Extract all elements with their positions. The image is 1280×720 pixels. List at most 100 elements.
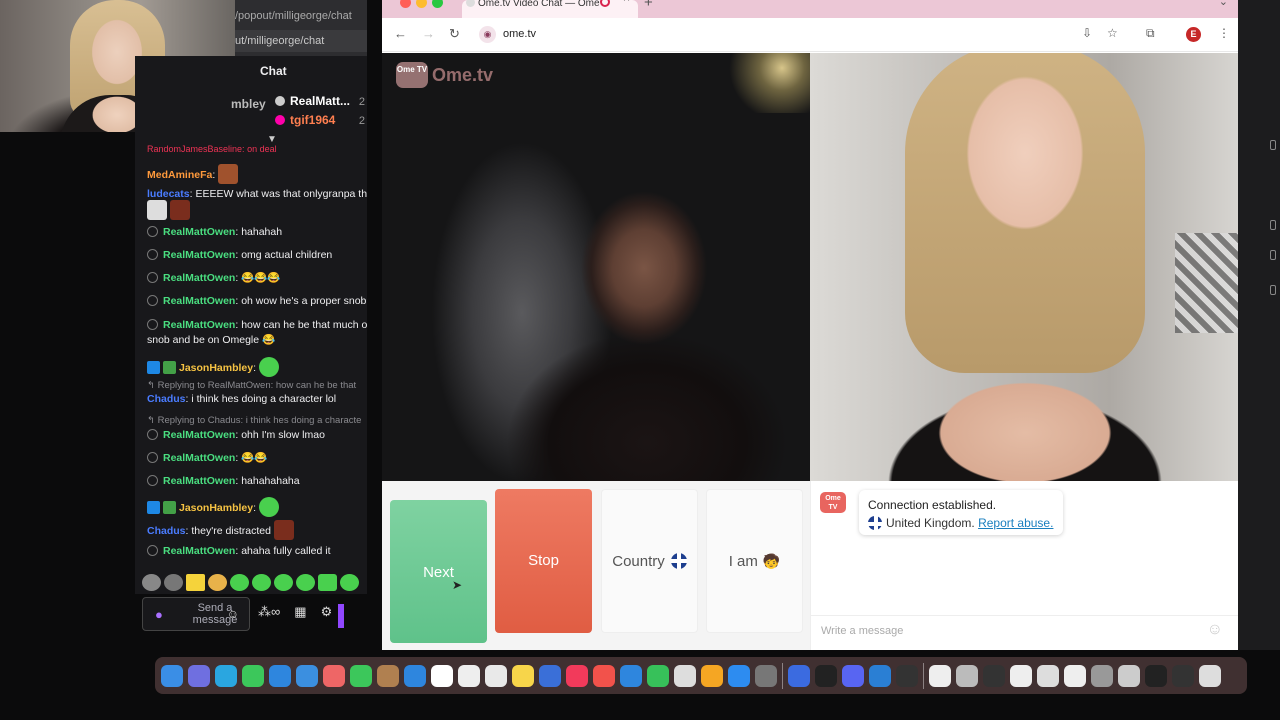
reload-icon[interactable]: ↻ — [449, 26, 460, 42]
window-thumb-icon[interactable] — [1118, 664, 1140, 687]
chrome-icon[interactable] — [485, 664, 507, 687]
folder-icon[interactable] — [956, 664, 978, 687]
active-tab[interactable]: Ome.tv Video Chat — Ome × — [462, 0, 638, 18]
safari-icon[interactable] — [404, 664, 426, 687]
window-thumb-icon[interactable] — [1172, 664, 1194, 687]
zoom-window-button[interactable] — [432, 0, 443, 8]
popout-url-text: /popout/milligeorge/chat — [235, 10, 352, 22]
gift-leader-2[interactable]: tgif1964 — [275, 113, 335, 127]
settings-icon[interactable]: ⚙ — [321, 604, 333, 628]
maps-icon[interactable] — [296, 664, 318, 687]
message-input[interactable]: Write a message ☺ — [811, 615, 1239, 645]
facetime-icon[interactable] — [350, 664, 372, 687]
textedit-icon[interactable] — [674, 664, 696, 687]
launchpad-icon[interactable] — [188, 664, 210, 687]
emote-icon[interactable] — [340, 573, 359, 591]
emote-icon[interactable] — [186, 573, 205, 591]
trash-icon[interactable] — [1199, 664, 1221, 687]
country-label: Country — [612, 553, 665, 570]
stop-button[interactable]: Stop — [495, 489, 592, 633]
browser-toolbar: ← → ↻ ◉ ome.tv ⇩ ☆ ⧉ E ⋮ — [382, 18, 1238, 52]
gender-label: I am — [728, 553, 758, 570]
video-controls: Next ➤ Stop Country I am 🧒 — [382, 481, 810, 650]
status-text: Connection established. — [868, 498, 997, 512]
emoji-icon[interactable]: ☺ — [1207, 621, 1223, 639]
address-text: ome.tv — [503, 28, 537, 40]
minimize-window-button[interactable] — [416, 0, 427, 8]
close-window-button[interactable] — [400, 0, 411, 8]
gender-button[interactable]: I am 🧒 — [706, 489, 803, 633]
messages-icon[interactable] — [242, 664, 264, 687]
system-settings-icon[interactable] — [755, 664, 777, 687]
extensions-icon[interactable]: ⧉ — [1146, 26, 1155, 41]
self-video — [810, 53, 1238, 481]
screen: /popout/milligeorge/chat ut/milligeorge/… — [0, 0, 1280, 720]
chat-send-button[interactable] — [338, 604, 345, 628]
photos-icon[interactable] — [323, 664, 345, 687]
cut-message: RandomJamesBaseline: on deal — [147, 144, 277, 154]
new-tab-button[interactable]: + — [644, 0, 653, 11]
window-thumb-icon[interactable] — [1145, 664, 1167, 687]
country-button[interactable]: Country — [601, 489, 698, 633]
forward-icon[interactable]: → — [422, 26, 435, 41]
obs-icon[interactable] — [896, 664, 918, 687]
keynote-icon[interactable] — [620, 664, 642, 687]
mic-icon[interactable]: ● — [155, 607, 163, 622]
emote-icon[interactable] — [296, 573, 315, 591]
emote-icon[interactable] — [208, 573, 227, 591]
next-button[interactable]: Next ➤ — [390, 500, 487, 643]
pages-icon[interactable] — [701, 664, 723, 687]
app-store-icon[interactable] — [728, 664, 750, 687]
popout-url-field[interactable]: ut/milligeorge/chat — [235, 30, 367, 52]
store-icon[interactable]: ▦ — [294, 604, 306, 628]
tab-search-icon[interactable]: ⌄ — [1219, 0, 1228, 8]
reminders-icon[interactable] — [458, 664, 480, 687]
terminal-icon[interactable] — [815, 664, 837, 687]
document-thumb-icon[interactable] — [1010, 664, 1032, 687]
tandem-icon[interactable] — [788, 664, 810, 687]
finder-icon[interactable] — [161, 664, 183, 687]
telegram-icon[interactable] — [215, 664, 237, 687]
discord-icon[interactable] — [842, 664, 864, 687]
mail-icon[interactable] — [269, 664, 291, 687]
numbers-icon[interactable] — [647, 664, 669, 687]
mouse-cursor-icon: ➤ — [452, 578, 463, 592]
music-icon[interactable] — [566, 664, 588, 687]
document-thumb-icon[interactable] — [1037, 664, 1059, 687]
document-thumb-icon[interactable] — [1064, 664, 1086, 687]
notes-icon[interactable] — [512, 664, 534, 687]
chat-message: RealMattOwen: ohh I'm slow lmao — [147, 428, 367, 442]
profile-avatar[interactable]: E — [1186, 27, 1201, 42]
back-icon[interactable]: ← — [394, 26, 407, 41]
notes-app-icon[interactable] — [377, 664, 399, 687]
freeform-icon[interactable] — [539, 664, 561, 687]
stop-label: Stop — [528, 552, 559, 569]
emote-icon[interactable] — [252, 573, 271, 591]
message-placeholder: Write a message — [821, 625, 904, 637]
news-icon[interactable] — [593, 664, 615, 687]
emote-icon[interactable] — [318, 573, 337, 591]
preview-icon[interactable] — [929, 664, 951, 687]
chat-message: MedAmineFa: — [147, 164, 367, 184]
close-tab-icon[interactable]: × — [623, 0, 630, 4]
emote-icon[interactable] — [274, 573, 293, 591]
chat-toolbar: ⁂∞ ▦ ⚙ — [258, 604, 345, 628]
send-message-input[interactable]: ● Send a message ☺ — [142, 597, 250, 631]
emote-icon[interactable] — [230, 573, 249, 591]
points-icon[interactable]: ⁂∞ — [258, 604, 280, 628]
boy-icon: 🧒 — [762, 553, 781, 569]
emote-icon[interactable] — [142, 573, 161, 591]
report-abuse-link[interactable]: Report abuse. — [978, 516, 1053, 530]
calendar-icon[interactable] — [431, 664, 453, 687]
gift-leader-1[interactable]: RealMatt... — [275, 94, 350, 108]
menu-kebab-icon[interactable]: ⋮ — [1218, 26, 1230, 40]
emote-icon[interactable] — [164, 573, 183, 591]
window-thumb-icon[interactable] — [983, 664, 1005, 687]
install-icon[interactable]: ⇩ — [1082, 26, 1092, 40]
quicktime-icon[interactable] — [869, 664, 891, 687]
site-info-icon[interactable]: ◉ — [479, 26, 496, 43]
bookmark-star-icon[interactable]: ☆ — [1107, 26, 1118, 40]
emoji-icon[interactable]: ☺ — [227, 607, 239, 621]
chat-message: RealMattOwen: 😂😂😂 — [147, 271, 367, 285]
window-thumb-icon[interactable] — [1091, 664, 1113, 687]
